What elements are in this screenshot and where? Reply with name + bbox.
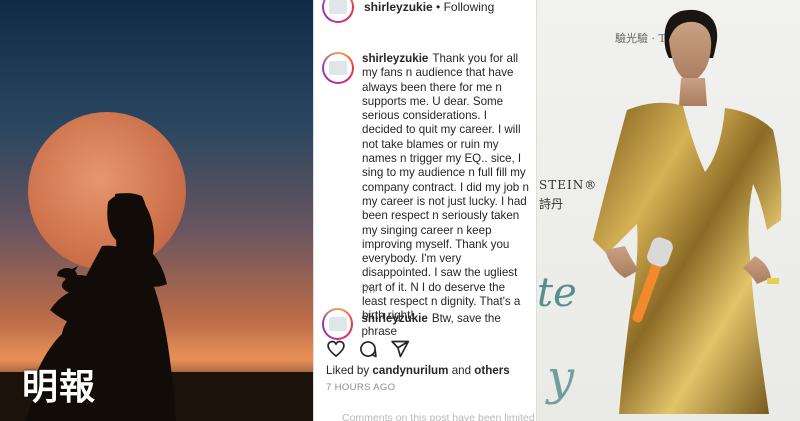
left-photo-panel: 明報 (0, 0, 313, 421)
likes-summary: Liked by candynurilum and others (326, 364, 510, 377)
likes-and: and (451, 364, 472, 377)
caption-username[interactable]: shirleyzukie (362, 52, 428, 65)
instagram-post-panel: shirleyzukie • Following shirleyzukie Tha… (313, 0, 537, 421)
share-icon[interactable] (390, 339, 410, 359)
comment-avatar[interactable] (322, 308, 354, 340)
caption-timestamp: 7h (364, 285, 376, 296)
profile-avatar[interactable] (322, 0, 354, 23)
woman-in-gold-dress (593, 9, 782, 415)
heart-icon[interactable] (326, 339, 346, 359)
comment-icon[interactable] (358, 339, 378, 359)
follow-status[interactable]: Following (444, 0, 495, 14)
comment-text: shirleyzukie Btw, save the phrase (361, 308, 536, 338)
newspaper-logo-watermark: 明報 (22, 366, 97, 408)
likes-others[interactable]: others (474, 364, 509, 377)
right-photo-panel: 驗光驗 · The STEIN® 詩丹 te y (537, 0, 800, 421)
header-username[interactable]: shirleyzukie (364, 0, 433, 14)
likes-prefix: Liked by (326, 364, 370, 377)
caption-avatar[interactable] (322, 52, 354, 84)
post-time: 7 HOURS AGO (326, 382, 396, 393)
comment-username[interactable]: shirleyzukie (361, 312, 427, 325)
post-header: shirleyzukie • Following (322, 0, 494, 23)
caption-text: shirleyzukie Thank you for all my fans n … (362, 52, 530, 324)
comments-limited-notice: Comments on this post have been limited (342, 412, 535, 421)
header-separator: • (436, 0, 441, 14)
comment-row: shirleyzukie Btw, save the phrase (322, 308, 536, 340)
caption-body: Thank you for all my fans n audience tha… (362, 52, 529, 323)
likes-user[interactable]: candynurilum (372, 364, 448, 377)
action-bar (326, 339, 410, 359)
caption-block: shirleyzukie Thank you for all my fans n … (322, 52, 530, 324)
